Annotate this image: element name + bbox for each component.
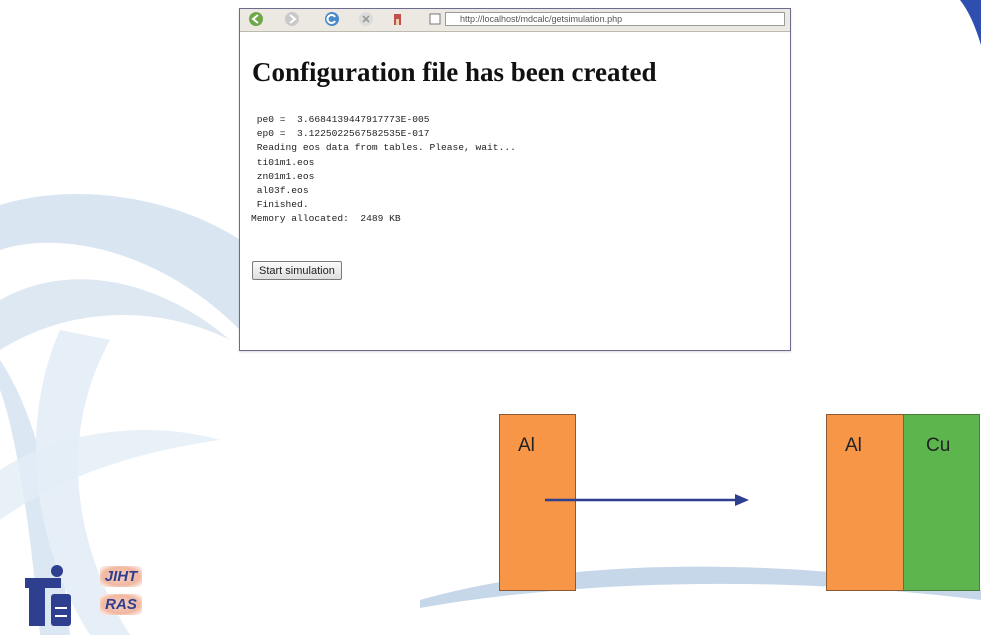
start-simulation-button[interactable]: Start simulation	[252, 261, 342, 280]
console-output: pe0 = 3.6684139447917773E-005 ep0 = 3.12…	[251, 113, 516, 227]
address-bar[interactable]: http://localhost/mdcalc/getsimulation.ph…	[445, 12, 785, 26]
refresh-icon[interactable]	[324, 11, 340, 27]
page-title: Configuration file has been created	[252, 57, 657, 87]
aluminum-label: Al	[518, 435, 535, 456]
home-icon[interactable]	[390, 11, 406, 27]
jiht-ras-logo: JIHT RAS	[25, 564, 142, 628]
browser-toolbar: http://localhost/mdcalc/getsimulation.ph…	[240, 9, 790, 32]
aluminum-block-final: Al	[826, 414, 904, 591]
aluminum-label: Al	[845, 435, 862, 456]
browser-window: http://localhost/mdcalc/getsimulation.ph…	[239, 8, 791, 351]
arrow-icon	[545, 494, 749, 506]
forward-arrow-icon[interactable]	[284, 11, 300, 27]
console-line: pe0 = 3.6684139447917773E-005	[251, 114, 430, 125]
logo-text-ras: RAS	[100, 594, 142, 615]
back-arrow-icon[interactable]	[248, 11, 264, 27]
logo-text-jiht: JIHT	[100, 566, 142, 587]
console-line: zn01m1.eos	[251, 170, 315, 182]
console-line: Finished.	[251, 199, 309, 211]
jiht-emblem-icon	[25, 565, 71, 626]
copper-label: Cu	[926, 435, 951, 456]
console-line: al03f.eos	[251, 185, 309, 197]
console-line: Memory allocated: 2489 KB	[251, 213, 401, 225]
console-line: ti01m1.eos	[251, 156, 315, 168]
stop-icon[interactable]	[358, 11, 374, 27]
console-line: ep0 = 3.1225022567582535E-017	[251, 128, 430, 140]
copper-block-final: Cu	[903, 414, 980, 591]
console-line: Reading eos data from tables. Please, wa…	[251, 142, 516, 154]
page-icon	[429, 13, 441, 25]
